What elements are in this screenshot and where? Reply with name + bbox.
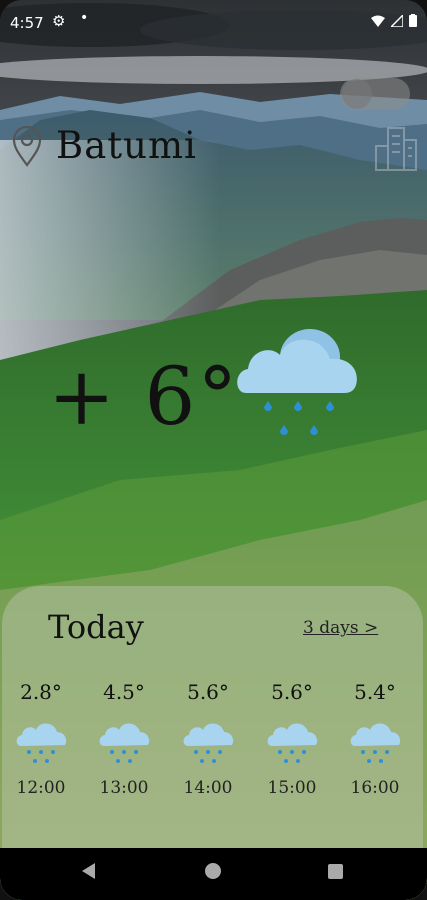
rain-cloud-icon <box>350 723 401 763</box>
hourly-item: 5.4° 16:00 <box>345 680 405 798</box>
hourly-item: 5.6° 15:00 <box>262 680 322 798</box>
hourly-temp: 4.5° <box>103 680 145 704</box>
hourly-item: 2.8° 12:00 <box>11 680 71 798</box>
rain-cloud-icon <box>183 723 234 763</box>
status-bar: 4:57 ⚙ • <box>0 0 427 40</box>
city-buildings-icon[interactable] <box>374 124 418 172</box>
city-name[interactable]: Batumi <box>56 124 197 167</box>
rain-cloud-icon <box>267 723 318 763</box>
status-time: 4:57 <box>10 14 44 32</box>
system-nav-bar <box>0 848 427 900</box>
signal-icon <box>391 14 403 27</box>
dot-icon: • <box>80 10 89 26</box>
hourly-temp: 5.6° <box>271 680 313 704</box>
hourly-temp: 5.4° <box>354 680 396 704</box>
forecast-title: Today <box>48 608 144 646</box>
hourly-temp: 2.8° <box>20 680 62 704</box>
app-screen: 4:57 ⚙ • Batumi + 6° Today 3 days > 2.8°… <box>0 0 427 900</box>
location-row: Batumi <box>12 124 197 167</box>
status-icons <box>371 14 417 27</box>
theme-toggle[interactable] <box>340 78 410 110</box>
hourly-item: 5.6° 14:00 <box>178 680 238 798</box>
rain-cloud-icon <box>16 723 67 763</box>
recents-button[interactable] <box>328 864 343 879</box>
hourly-item: 4.5° 13:00 <box>94 680 154 798</box>
wifi-icon <box>371 15 385 27</box>
gear-icon: ⚙ <box>52 12 66 30</box>
location-pin-icon <box>12 125 42 167</box>
rain-cloud-icon <box>237 329 357 435</box>
back-button[interactable] <box>82 863 95 879</box>
rain-cloud-icon <box>99 723 150 763</box>
hourly-time: 16:00 <box>350 778 400 798</box>
three-days-link[interactable]: 3 days > <box>303 618 378 638</box>
home-button[interactable] <box>205 863 221 879</box>
current-temperature: + 6° <box>48 350 240 443</box>
toggle-knob <box>342 79 372 109</box>
hourly-time: 14:00 <box>183 778 233 798</box>
hourly-time: 15:00 <box>267 778 317 798</box>
hourly-time: 12:00 <box>16 778 66 798</box>
hourly-temp: 5.6° <box>187 680 229 704</box>
hourly-time: 13:00 <box>99 778 149 798</box>
battery-icon <box>409 14 417 27</box>
